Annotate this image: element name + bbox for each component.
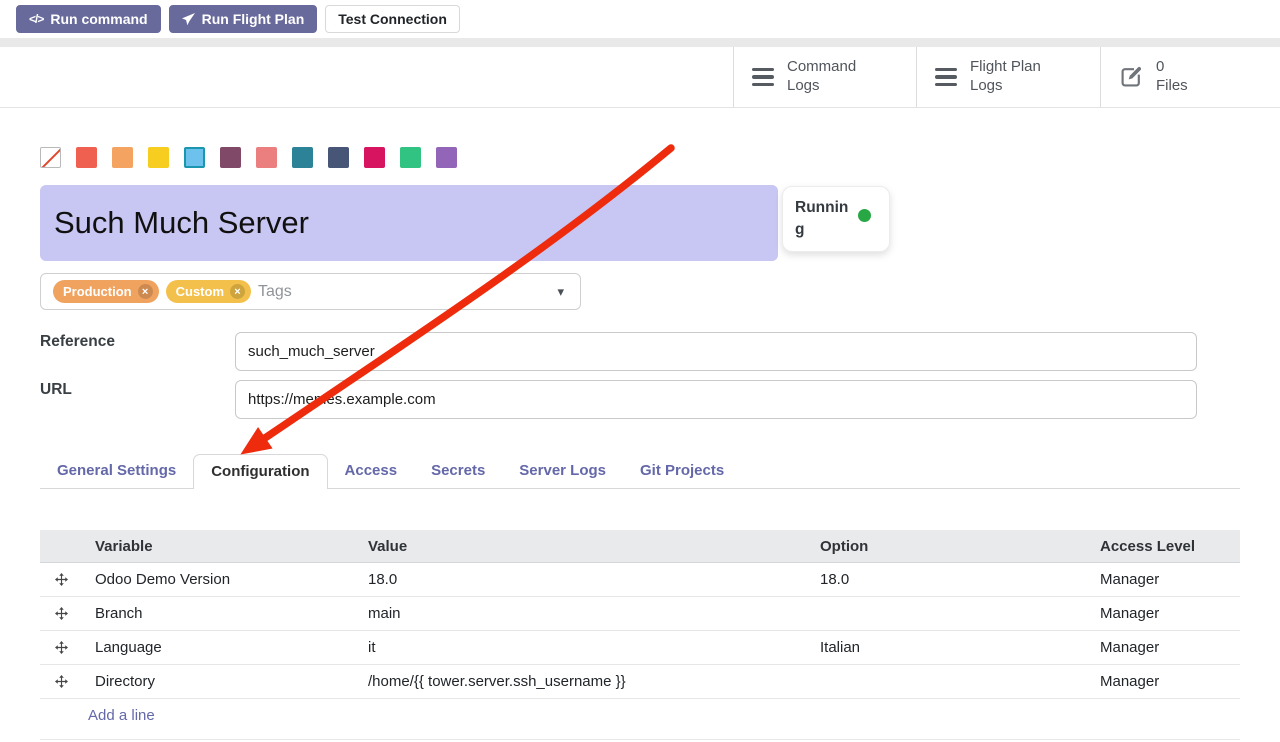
close-icon[interactable]: ×: [230, 284, 245, 299]
status-label: Running: [795, 197, 849, 240]
files-stat: 0 Files: [1156, 58, 1188, 96]
table-row: Branch main Manager: [40, 597, 1240, 631]
drag-handle-icon[interactable]: [40, 607, 83, 620]
color-picker: [40, 147, 457, 168]
column-header-value: Value: [356, 538, 808, 555]
reference-input[interactable]: [235, 332, 1197, 371]
menu-icon: [935, 68, 957, 87]
add-line-row: Add a line: [40, 699, 1240, 732]
drag-handle-icon[interactable]: [40, 641, 83, 654]
swatch-red[interactable]: [76, 147, 97, 168]
notebook-tabs: General Settings Configuration Access Se…: [40, 454, 1240, 489]
run-command-button[interactable]: </> Run command: [16, 5, 161, 33]
swatch-raspberry[interactable]: [364, 147, 385, 168]
command-logs-label: Command Logs: [787, 58, 871, 96]
drag-handle-icon[interactable]: [40, 675, 83, 688]
cell-value[interactable]: main: [356, 605, 808, 622]
cell-variable[interactable]: Odoo Demo Version: [83, 571, 356, 588]
tag-custom: Custom ×: [166, 280, 251, 303]
tab-access[interactable]: Access: [328, 454, 415, 488]
tags-placeholder: Tags: [258, 283, 292, 301]
files-label: Files: [1156, 77, 1188, 96]
cell-variable[interactable]: Directory: [83, 673, 356, 690]
tab-general-settings[interactable]: General Settings: [40, 454, 193, 488]
status-card: Running: [782, 186, 890, 252]
cell-value[interactable]: /home/{{ tower.server.ssh_username }}: [356, 673, 808, 690]
swatch-cyan-selected[interactable]: [184, 147, 205, 168]
run-command-label: Run command: [50, 11, 147, 27]
cell-access-level[interactable]: Manager: [1088, 673, 1240, 690]
top-toolbar: </> Run command Run Flight Plan Test Con…: [0, 0, 1280, 38]
close-icon[interactable]: ×: [138, 284, 153, 299]
swatch-no-color[interactable]: [40, 147, 61, 168]
reference-label: Reference: [40, 333, 115, 351]
server-name: Such Much Server: [54, 205, 309, 241]
add-a-line-link[interactable]: Add a line: [88, 707, 155, 724]
flight-plan-logs-label: Flight Plan Logs: [970, 58, 1054, 96]
tag-production-label: Production: [63, 284, 132, 299]
cell-option[interactable]: 18.0: [808, 571, 1088, 588]
tag-custom-label: Custom: [176, 284, 224, 299]
cell-variable[interactable]: Branch: [83, 605, 356, 622]
test-connection-label: Test Connection: [338, 11, 447, 27]
tab-secrets[interactable]: Secrets: [414, 454, 502, 488]
run-flight-plan-button[interactable]: Run Flight Plan: [169, 5, 318, 33]
tab-configuration[interactable]: Configuration: [193, 454, 327, 489]
edit-icon: [1119, 65, 1143, 89]
swatch-green[interactable]: [400, 147, 421, 168]
cell-access-level[interactable]: Manager: [1088, 605, 1240, 622]
flight-plan-logs-button[interactable]: Flight Plan Logs: [916, 47, 1100, 107]
stat-button-row: Command Logs Flight Plan Logs 0 Files: [0, 47, 1280, 108]
divider-strip: [0, 38, 1280, 47]
tab-git-projects[interactable]: Git Projects: [623, 454, 741, 488]
swatch-almond[interactable]: [256, 147, 277, 168]
tag-production: Production ×: [53, 280, 159, 303]
cell-variable[interactable]: Language: [83, 639, 356, 656]
swatch-violet[interactable]: [436, 147, 457, 168]
swatch-teal[interactable]: [292, 147, 313, 168]
swatch-purple[interactable]: [220, 147, 241, 168]
column-header-variable: Variable: [83, 538, 356, 555]
files-count: 0: [1156, 58, 1188, 77]
table-row: Directory /home/{{ tower.server.ssh_user…: [40, 665, 1240, 699]
table-header: Variable Value Option Access Level: [40, 530, 1240, 563]
column-header-option: Option: [808, 538, 1088, 555]
table-row: Odoo Demo Version 18.0 18.0 Manager: [40, 563, 1240, 597]
url-label: URL: [40, 381, 72, 399]
test-connection-button[interactable]: Test Connection: [325, 5, 460, 33]
status-indicator-dot: [858, 209, 871, 222]
tab-server-logs[interactable]: Server Logs: [502, 454, 623, 488]
command-logs-button[interactable]: Command Logs: [733, 47, 916, 107]
variables-table: Variable Value Option Access Level Odoo …: [40, 530, 1240, 732]
cell-value[interactable]: 18.0: [356, 571, 808, 588]
column-header-access-level: Access Level: [1088, 538, 1240, 555]
url-input[interactable]: [235, 380, 1197, 419]
paper-plane-icon: [182, 13, 195, 26]
files-button[interactable]: 0 Files: [1100, 47, 1280, 107]
cell-option[interactable]: Italian: [808, 639, 1088, 656]
cell-access-level[interactable]: Manager: [1088, 639, 1240, 656]
code-icon: </>: [29, 12, 43, 26]
table-row: Language it Italian Manager: [40, 631, 1240, 665]
server-name-field[interactable]: Such Much Server: [40, 185, 778, 261]
cell-value[interactable]: it: [356, 639, 808, 656]
swatch-orange[interactable]: [112, 147, 133, 168]
drag-handle-icon[interactable]: [40, 573, 83, 586]
swatch-yellow[interactable]: [148, 147, 169, 168]
tags-field[interactable]: Production × Custom × Tags ▾: [40, 273, 581, 310]
run-flight-plan-label: Run Flight Plan: [202, 11, 305, 27]
caret-down-icon[interactable]: ▾: [557, 284, 564, 300]
bottom-divider: [40, 739, 1240, 740]
swatch-blue[interactable]: [328, 147, 349, 168]
cell-access-level[interactable]: Manager: [1088, 571, 1240, 588]
menu-icon: [752, 68, 774, 87]
